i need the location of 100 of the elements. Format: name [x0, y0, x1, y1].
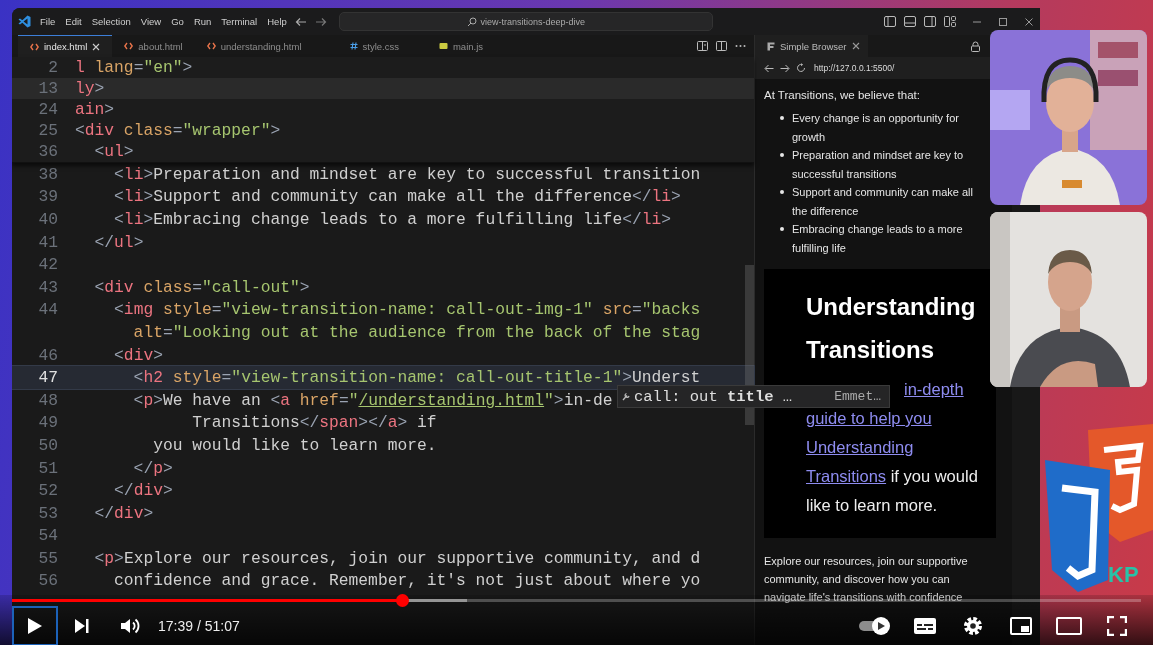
- back-arrow-icon[interactable]: [294, 16, 307, 27]
- menu-item[interactable]: Selection: [91, 16, 131, 27]
- code-line: <li>Support and community can make all the difference</li>: [113, 187, 681, 207]
- bullet-icon: [780, 190, 784, 194]
- card-text: if you would: [889, 467, 978, 485]
- line-number: 47: [37, 368, 59, 388]
- bullet-icon: [780, 116, 784, 120]
- code-line: </div>: [113, 481, 173, 501]
- menu-item[interactable]: Help: [267, 16, 287, 27]
- bullet-icon: [780, 227, 784, 231]
- file-tab[interactable]: about.html: [112, 35, 195, 57]
- back-arrow-icon[interactable]: [764, 63, 774, 73]
- list-item: Support and community can make all the difference: [792, 185, 974, 219]
- line-number: 13: [37, 79, 59, 98]
- progress-bar[interactable]: [12, 594, 1141, 607]
- code-line: <div class="call-out">: [93, 277, 310, 297]
- code-line: <img style="view-transition-name: call-out-img-1" src="backs: [113, 300, 701, 320]
- file-tab[interactable]: main.js: [426, 35, 496, 57]
- menu-item[interactable]: Edit: [65, 16, 82, 27]
- line-number: 43: [37, 277, 59, 297]
- settings-icon: [962, 614, 984, 637]
- code-line: Transitions</span></a> if: [191, 413, 437, 433]
- bullet-icon: [780, 153, 784, 157]
- miniplayer-icon: [1010, 616, 1032, 635]
- menu-item[interactable]: Run: [193, 16, 212, 27]
- customize-layout-icon[interactable]: [944, 16, 956, 27]
- line-number: 42: [37, 255, 59, 275]
- suggestion-source: Emmet…: [834, 389, 881, 404]
- theater-icon: [1056, 616, 1082, 635]
- more-icon[interactable]: [735, 44, 746, 48]
- split-editor-icon[interactable]: [716, 41, 727, 51]
- speaker-icon: [120, 616, 140, 635]
- maximize-icon[interactable]: [998, 16, 1008, 27]
- line-number: 46: [37, 345, 59, 365]
- file-tab[interactable]: style.css: [337, 35, 411, 57]
- code-line: <div class="wrapper">: [75, 121, 281, 140]
- code-line: l lang="en">: [75, 58, 193, 77]
- code-line: <p>We have an <a href="/understanding.html">in-de: [132, 390, 613, 410]
- search-field[interactable]: view-transitions-deep-dive: [338, 12, 713, 31]
- wrench-icon: [622, 392, 630, 401]
- time-display: 17:39 / 51:07: [158, 617, 240, 634]
- code-line: <div>: [113, 345, 163, 365]
- link[interactable]: Transitions: [806, 467, 887, 485]
- menu-item[interactable]: Go: [171, 16, 184, 27]
- sidebar-layout-icon[interactable]: [884, 16, 896, 27]
- code-line: <ul>: [93, 142, 134, 161]
- html-file-icon: [124, 42, 134, 50]
- line-number: 25: [37, 121, 59, 140]
- close-icon[interactable]: [1024, 16, 1034, 27]
- menu-item[interactable]: Terminal: [221, 16, 258, 27]
- intro-text: At Transitions, we believe that:: [764, 89, 921, 101]
- line-number: 2: [47, 58, 59, 77]
- code-line: </div>: [93, 503, 154, 523]
- preview-icon[interactable]: [697, 41, 708, 51]
- card-heading: Understanding Transitions: [806, 292, 977, 365]
- line-number: 36: [37, 142, 59, 161]
- skip-next-icon: [74, 617, 90, 634]
- code-line: ain>: [75, 100, 115, 119]
- forward-arrow-icon[interactable]: [780, 63, 790, 73]
- line-number: 49: [37, 413, 59, 433]
- split-layout-icon[interactable]: [924, 16, 936, 27]
- code-line: <p>Explore our resources, join our supportive community, and d: [93, 548, 701, 568]
- menu-item[interactable]: View: [140, 16, 162, 27]
- code-line: confidence and grace. Remember, it's not just about where yo: [113, 571, 701, 591]
- code-line: </ul>: [93, 232, 144, 252]
- code-line: <h2 style="view-transition-name: call-out-title-1">Underst: [132, 368, 701, 388]
- line-number: 55: [37, 548, 59, 568]
- close-icon[interactable]: [92, 42, 101, 51]
- line-number: 41: [37, 232, 59, 252]
- autocomplete-popup[interactable]: call: out title … Emmet…: [617, 385, 890, 408]
- link[interactable]: Understanding: [806, 438, 914, 456]
- browser-tab[interactable]: Simple Browser: [755, 35, 868, 57]
- lock-icon[interactable]: [971, 40, 980, 52]
- file-tab[interactable]: understanding.html: [194, 35, 314, 57]
- line-number: 52: [37, 481, 59, 501]
- code-line: <li>Preparation and mindset are key to successful transition: [113, 164, 701, 184]
- body-text: Explore our resources, join our supportive community, and discover how you can navigate life's transitions with confidence: [764, 554, 969, 605]
- line-number: 24: [37, 100, 59, 119]
- list-item: Preparation and mindset are key to successful transitions: [792, 148, 965, 182]
- line-number: 40: [37, 210, 59, 229]
- code-line: you would like to learn more.: [152, 435, 437, 455]
- play-button[interactable]: [12, 605, 58, 645]
- line-number: 53: [37, 503, 59, 523]
- editor-logo-icon: [18, 15, 31, 28]
- link[interactable]: guide to help you: [806, 409, 932, 427]
- code-line: alt="Looking out at the audience from the back of the stag: [132, 322, 701, 342]
- hash-file-icon: [349, 42, 358, 50]
- line-number: 56: [37, 571, 59, 591]
- file-tab[interactable]: index.html: [18, 35, 113, 57]
- link[interactable]: in-depth: [904, 380, 964, 398]
- list-item: Embracing change leads to a more fulfilling life: [792, 222, 964, 256]
- close-icon[interactable]: [851, 42, 860, 50]
- play-icon: [27, 616, 43, 635]
- menu-item[interactable]: File: [40, 16, 56, 27]
- address-field[interactable]: http://127.0.0.1:5500/: [814, 63, 895, 73]
- fullscreen-icon: [1107, 615, 1127, 636]
- reload-icon[interactable]: [796, 63, 806, 73]
- panel-layout-icon[interactable]: [904, 16, 916, 27]
- line-number: 50: [37, 435, 59, 455]
- code-line: </p>: [132, 458, 173, 478]
